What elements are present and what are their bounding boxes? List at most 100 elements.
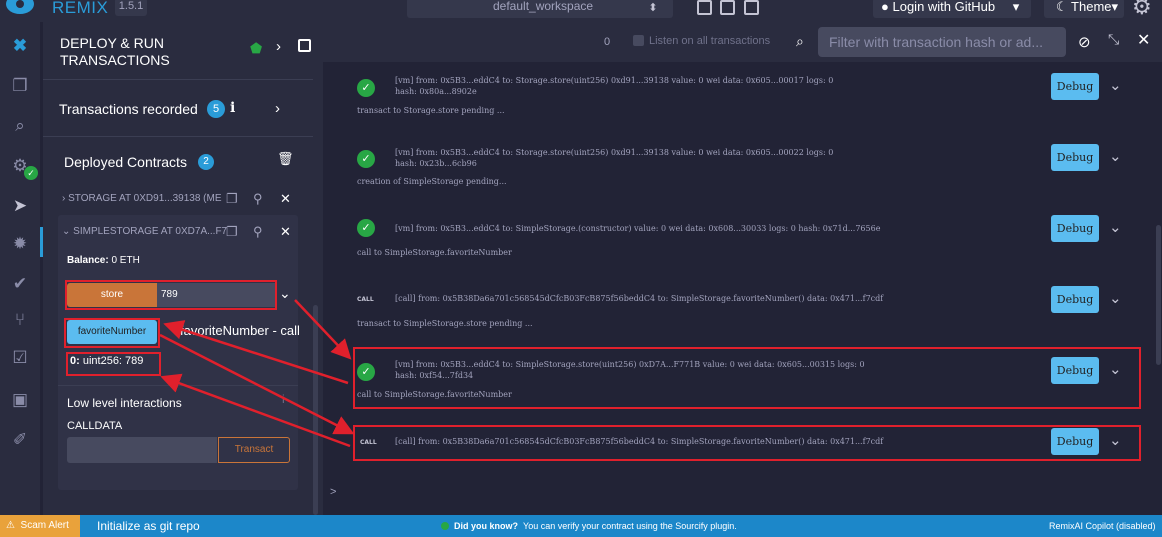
login-caret-icon[interactable]: ▾ [1013,0,1020,14]
tip-text: Did you know? You can verify your contra… [454,521,737,531]
close-icon[interactable]: ✕ [280,224,291,240]
transact-button[interactable]: Transact [218,437,290,463]
tx-note: call to SimpleStorage.favoriteNumber [357,248,512,257]
close-icon[interactable]: ✕ [280,191,291,207]
balance: Balance: 0 ETH [67,255,140,266]
testing-icon[interactable]: ☑ [8,346,32,370]
login-label: Login with GitHub [892,0,996,14]
transactions-recorded-label[interactable]: Transactions recorded [59,101,198,117]
info-icon[interactable]: i [282,392,285,406]
workspace-caret-icon[interactable]: ⬍ [645,0,661,16]
transactions-expand-icon[interactable]: › [275,100,280,117]
debug-button[interactable]: Debug [1051,144,1099,171]
chevron-down-icon[interactable]: ⌄ [279,285,291,302]
tip-dot-icon [441,522,449,530]
github-icon: ● [881,0,889,14]
copilot-status[interactable]: RemixAI Copilot (disabled) [1049,521,1156,531]
left-scrollbar[interactable] [313,305,318,515]
compiler-success-icon: ✓ [24,166,38,180]
layout-left-icon[interactable] [697,0,712,15]
plugin-manager-icon[interactable]: ▣ [8,388,32,412]
shield-icon[interactable]: ⬟ [250,40,262,57]
expand-chevron-icon[interactable]: ⌄ [1109,147,1122,165]
contract-label: ⌄ SIMPLESTORAGE AT 0XD7A...F7 [62,226,228,237]
annotation-box-output [66,352,161,376]
tx-line[interactable]: [vm] from: 0x5B3...eddC4 to: Storage.sto… [395,148,833,157]
tx-hash: hash: 0x80a...8902e [395,87,477,96]
tx-line[interactable]: [vm] from: 0x5B3...eddC4 to: Storage.sto… [395,76,833,85]
contract-row-storage[interactable]: › STORAGE AT 0XD91...39138 (ME ❐ ⚲ ✕ [58,189,298,211]
brand-title: REMIX [52,0,109,17]
pending-count: 0 [604,36,611,48]
tx-note: transact to Storage.store pending ... [357,106,505,115]
annotation-box-call-tx [353,425,1141,461]
debug-button[interactable]: Debug [1051,73,1099,100]
ai-icon[interactable]: ✖ [8,34,32,58]
tx-note: creation of SimpleStorage pending... [357,177,507,186]
version-badge: 1.5.1 [115,0,147,16]
layout-bottom-icon[interactable] [720,0,735,15]
search-icon: ⌕ [796,33,804,49]
annotation-box-store-tx [353,347,1141,409]
calldata-input[interactable] [67,437,217,463]
tx-note: transact to SimpleStorage.store pending … [357,319,533,328]
call-tag-icon: CALL [357,296,374,303]
expand-chevron-icon[interactable]: ⌄ [1109,289,1122,307]
tx-line[interactable]: [vm] from: 0x5B3...eddC4 to: SimpleStora… [395,224,880,233]
moon-icon: ☾ [1056,0,1068,14]
deployed-count-badge: 2 [198,154,214,170]
listen-label: Listen on all transactions [649,35,771,47]
dock-panel-icon[interactable] [298,39,311,52]
success-check-icon: ✓ [357,219,375,237]
minimize-icon[interactable]: ⤡ [1108,31,1119,48]
pin-icon[interactable]: ⚲ [253,191,263,207]
login-github-button[interactable]: ● Login with GitHub ▾ [873,0,1031,18]
copy-icon[interactable]: ❐ [226,191,238,207]
layout-right-icon[interactable] [744,0,759,15]
annotation-box-store [65,280,277,310]
theme-button[interactable]: ☾ Theme▾ [1044,0,1124,18]
contract-row-simplestorage[interactable]: ⌄ SIMPLESTORAGE AT 0XD7A...F7 ❐ ⚲ ✕ [58,222,298,244]
tx-hash: hash: 0x23b...6cb96 [395,159,477,168]
calldata-label: CALLDATA [67,420,123,432]
settings-wrench-icon[interactable]: ✐ [8,428,32,452]
copy-icon[interactable]: ❐ [226,224,238,240]
panel-title: DEPLOY & RUN TRANSACTIONS [60,35,170,68]
files-icon[interactable]: ❐ [8,74,32,98]
terminal-prompt[interactable]: > [330,486,336,498]
check-icon[interactable]: ✔ [8,272,32,296]
remix-logo-icon[interactable] [0,0,40,20]
divider [43,79,313,80]
tx-line[interactable]: [call] from: 0x5B38Da6a701c568545dCfcB03… [395,294,883,303]
debugger-icon[interactable]: ✹ [8,232,32,256]
listen-checkbox[interactable] [633,35,644,46]
workspace-select[interactable]: default_workspace [407,0,673,18]
deploy-icon[interactable]: ➤ [8,194,32,218]
filter-input[interactable]: Filter with transaction hash or ad... [818,27,1066,57]
gear-icon[interactable]: ⚙ [1132,0,1152,20]
expand-chevron-icon[interactable]: ⌄ [1109,218,1122,236]
divider [43,136,313,137]
success-check-icon: ✓ [357,79,375,97]
theme-label: Theme [1071,0,1112,14]
low-level-label: Low level interactions [67,396,182,410]
close-icon[interactable]: ✕ [1137,30,1150,50]
info-icon[interactable]: i [230,100,235,116]
favorite-call-label: favoriteNumber - call [180,323,300,338]
git-init-link[interactable]: Initialize as git repo [97,519,200,533]
clear-icon[interactable]: ⊘ [1078,33,1091,51]
terminal-scrollbar[interactable] [1156,225,1161,365]
chevron-right-icon[interactable]: › [276,38,281,55]
pin-icon[interactable]: ⚲ [253,224,263,240]
debug-button[interactable]: Debug [1051,215,1099,242]
expand-chevron-icon[interactable]: ⌄ [1109,76,1122,94]
success-check-icon: ✓ [357,150,375,168]
trash-icon[interactable]: 🗑 [277,151,294,167]
debug-button[interactable]: Debug [1051,286,1099,313]
scam-alert[interactable]: ⚠ Scam Alert [0,515,80,537]
contract-label: › STORAGE AT 0XD91...39138 (ME [62,193,222,204]
divider [58,385,298,386]
annotation-box-favorite [64,318,160,348]
git-icon[interactable]: ⑂ [8,308,32,332]
search-icon[interactable]: ⌕ [8,114,32,138]
